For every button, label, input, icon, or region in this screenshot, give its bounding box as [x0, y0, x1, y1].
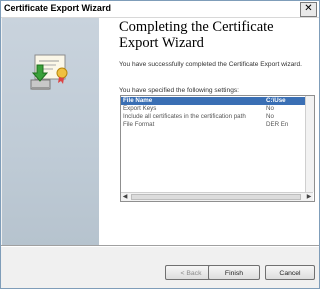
settings-row-file-name[interactable]: File Name C:\Use: [121, 97, 305, 105]
wizard-content: Completing the Certificate Export Wizard…: [99, 18, 319, 245]
settings-row-export-keys[interactable]: Export Keys No: [121, 105, 305, 113]
setting-key: Export Keys: [123, 105, 157, 112]
setting-key: Include all certificates in the certific…: [123, 113, 246, 120]
window-title: Certificate Export Wizard: [4, 3, 111, 13]
setting-value: No: [266, 113, 274, 120]
close-button[interactable]: ✕: [300, 2, 317, 17]
setting-key: File Name: [123, 97, 153, 104]
settings-row-include-all-certificates[interactable]: Include all certificates in the certific…: [121, 113, 305, 121]
horizontal-scrollbar[interactable]: ◀ ▶: [121, 192, 313, 201]
cancel-button[interactable]: Cancel: [265, 265, 315, 280]
scroll-right-icon[interactable]: ▶: [305, 193, 313, 201]
certificate-export-wizard-window: Certificate Export Wizard ✕ Completing t…: [0, 0, 320, 289]
setting-value: C:\Use: [266, 97, 286, 104]
close-icon: ✕: [304, 3, 313, 14]
settings-list[interactable]: File Name C:\Use Export Keys No Include …: [120, 95, 315, 202]
scroll-left-icon[interactable]: ◀: [121, 193, 129, 201]
settings-intro: You have specified the following setting…: [119, 87, 239, 94]
setting-value: No: [266, 105, 274, 112]
title-bar: Certificate Export Wizard ✕: [1, 1, 319, 18]
vertical-scrollbar[interactable]: [305, 96, 314, 192]
wizard-side-panel: [2, 18, 99, 245]
setting-key: File Format: [123, 121, 155, 128]
horizontal-scroll-thumb[interactable]: [131, 194, 301, 200]
page-title: Completing the Certificate Export Wizard: [119, 19, 274, 51]
footer-divider-highlight: [1, 246, 319, 247]
certificate-export-icon: [30, 54, 68, 90]
setting-value: DER En: [266, 121, 289, 128]
settings-row-file-format[interactable]: File Format DER En: [121, 121, 305, 129]
completion-message: You have successfully completed the Cert…: [119, 61, 303, 68]
finish-button[interactable]: Finish: [208, 265, 260, 280]
